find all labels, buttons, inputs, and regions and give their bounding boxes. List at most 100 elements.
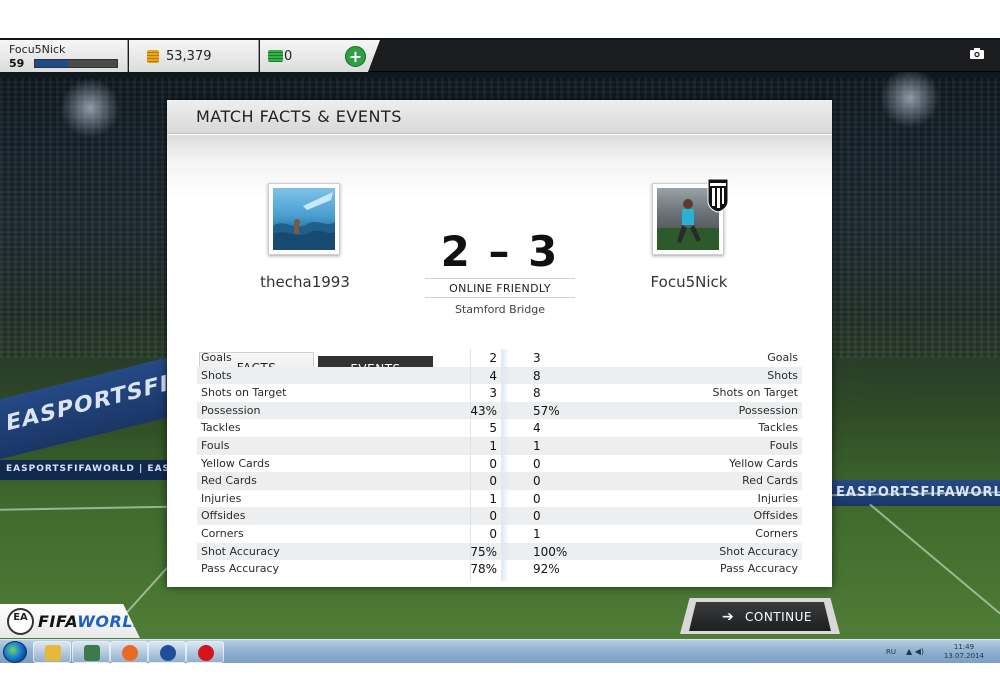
- home-stat-value: 0: [489, 526, 497, 541]
- away-stat-label: Pass Accuracy: [719, 562, 798, 576]
- opera-icon: [198, 645, 214, 661]
- away-stat-label: Shots: [767, 368, 798, 382]
- xp-progress-bar: [34, 59, 118, 68]
- away-stat-value: 0: [533, 509, 541, 524]
- home-stat-label: Corners: [201, 526, 244, 540]
- ea-sports-badge: EA: [7, 608, 34, 635]
- taskbar-opera[interactable]: [186, 641, 224, 663]
- stat-row: Tackles 5 4 Tackles: [197, 419, 802, 437]
- away-stat-value: 92%: [533, 562, 560, 577]
- home-stat-value: 1: [489, 438, 497, 453]
- home-stat-value: 5: [489, 421, 497, 436]
- home-stat-label: Offsides: [201, 509, 246, 523]
- away-stat-value: 4: [533, 421, 541, 436]
- away-stat-label: Shots on Target: [712, 386, 798, 400]
- stat-row: Yellow Cards 0 0 Yellow Cards: [197, 455, 802, 473]
- stat-row: Injuries 1 0 Injuries: [197, 490, 802, 508]
- home-stat-label: Red Cards: [201, 474, 257, 488]
- player-name: Focu5Nick: [9, 43, 66, 56]
- clock-date: 13.07.2014: [943, 652, 984, 660]
- taskbar-origin[interactable]: [110, 641, 148, 663]
- cash-icon: [268, 50, 283, 62]
- away-team-name: Focu5Nick: [650, 273, 728, 291]
- coins-icon: [147, 50, 159, 63]
- stat-row: Fouls 1 1 Fouls: [197, 436, 802, 455]
- match-stats-table: Goals 2 3 Goals Shots 4 8 Shots Shots on Target 3…: [197, 349, 802, 578]
- away-stat-value: 1: [533, 526, 541, 541]
- taskbar-fifa-world[interactable]: [148, 641, 186, 663]
- away-stat-label: Offsides: [753, 509, 798, 523]
- home-stat-label: Goals: [201, 351, 232, 364]
- add-cash-button[interactable]: +: [345, 46, 366, 67]
- away-stat-value: 8: [533, 368, 541, 383]
- home-stat-label: Shots on Target: [201, 386, 287, 400]
- clock[interactable]: 11:49 13.07.2014: [944, 643, 984, 661]
- system-tray: RU ▲ ◀) 11:49 13.07.2014: [870, 640, 1000, 664]
- volume-icon[interactable]: ▲ ◀): [906, 647, 924, 656]
- top-status-bar: Focu5Nick 59 53,379 0 +: [0, 40, 1000, 72]
- home-stat-label: Shots: [201, 368, 232, 382]
- home-stat-label: Injuries: [201, 491, 242, 505]
- taskbar-app[interactable]: [72, 641, 110, 663]
- panel-title: MATCH FACTS & EVENTS: [196, 107, 402, 126]
- windows-taskbar: RU ▲ ◀) 11:49 13.07.2014: [0, 639, 1000, 663]
- away-stat-value: 1: [533, 438, 541, 453]
- home-stat-label: Tackles: [201, 421, 241, 435]
- pitch-line: [869, 503, 1000, 615]
- fifa-cash-value: 0: [284, 49, 293, 64]
- away-stat-value: 100%: [533, 544, 568, 559]
- player-profile[interactable]: Focu5Nick 59: [0, 40, 128, 72]
- away-stat-label: Shot Accuracy: [719, 544, 798, 558]
- stadium-name: Stamford Bridge: [454, 303, 546, 316]
- stat-row: Goals 2 3 Goals: [197, 349, 802, 367]
- away-stat-value: 3: [533, 351, 541, 365]
- player-level: 59: [9, 57, 25, 70]
- stat-row: Shots 4 8 Shots: [197, 366, 802, 385]
- away-stat-value: 0: [533, 474, 541, 489]
- folder-icon: [45, 645, 61, 661]
- match-type: ONLINE FRIENDLY: [449, 282, 551, 295]
- origin-icon: [122, 645, 138, 661]
- away-stat-label: Fouls: [769, 438, 798, 452]
- match-type-box: ONLINE FRIENDLY: [425, 278, 575, 298]
- stat-row: Corners 0 1 Corners: [197, 525, 802, 543]
- home-stat-value: 0: [489, 474, 497, 489]
- floodlight: [60, 78, 120, 138]
- language-indicator[interactable]: RU: [886, 648, 896, 656]
- away-stat-label: Yellow Cards: [729, 456, 798, 470]
- coins-balance: 53,379: [129, 40, 259, 72]
- home-stat-label: Pass Accuracy: [201, 562, 280, 576]
- home-wave-picture: [273, 192, 335, 250]
- fifa-world-logo: EA FIFAWORLD: [0, 604, 140, 638]
- home-stat-label: Possession: [201, 403, 261, 417]
- stat-row: Shots on Target 3 8 Shots on Target: [197, 384, 802, 402]
- arrow-right-icon: ➔: [722, 609, 735, 625]
- juventus-crest-icon: [707, 178, 729, 213]
- stat-row: Pass Accuracy 78% 92% Pass Accuracy: [197, 560, 802, 578]
- home-stat-value: 3: [489, 386, 497, 401]
- screen-top-margin: [0, 0, 1000, 38]
- match-facts-panel: MATCH FACTS & EVENTS thecha1993 2 – 3 ON…: [167, 100, 832, 587]
- away-stat-value: 8: [533, 386, 541, 401]
- home-stat-value: 1: [489, 491, 497, 506]
- stat-row: Shot Accuracy 75% 100% Shot Accuracy: [197, 542, 802, 561]
- stat-row: Possession 43% 57% Possession: [197, 401, 802, 420]
- start-button[interactable]: [3, 641, 27, 663]
- home-stat-value: 2: [489, 351, 497, 365]
- home-stat-value: 75%: [470, 544, 497, 559]
- panel-header: MATCH FACTS & EVENTS: [167, 100, 832, 134]
- taskbar-explorer[interactable]: [33, 641, 71, 663]
- continue-button[interactable]: ➔ CONTINUE: [689, 602, 831, 631]
- home-stat-value: 43%: [470, 403, 497, 418]
- home-stat-value: 4: [489, 368, 497, 383]
- away-stat-label: Corners: [755, 526, 798, 540]
- ad-board-left: EASPORTSFIFAWORLD: [0, 356, 170, 460]
- clock-time: 11:49: [953, 643, 975, 651]
- stat-row: Red Cards 0 0 Red Cards: [197, 472, 802, 490]
- match-summary: thecha1993 2 – 3 ONLINE FRIENDLY Stamfor…: [167, 135, 832, 382]
- away-stat-value: 57%: [533, 403, 560, 418]
- away-stat-label: Red Cards: [742, 474, 798, 488]
- camera-icon[interactable]: [970, 48, 984, 59]
- home-club-image: [268, 183, 340, 255]
- coins-value: 53,379: [166, 49, 212, 64]
